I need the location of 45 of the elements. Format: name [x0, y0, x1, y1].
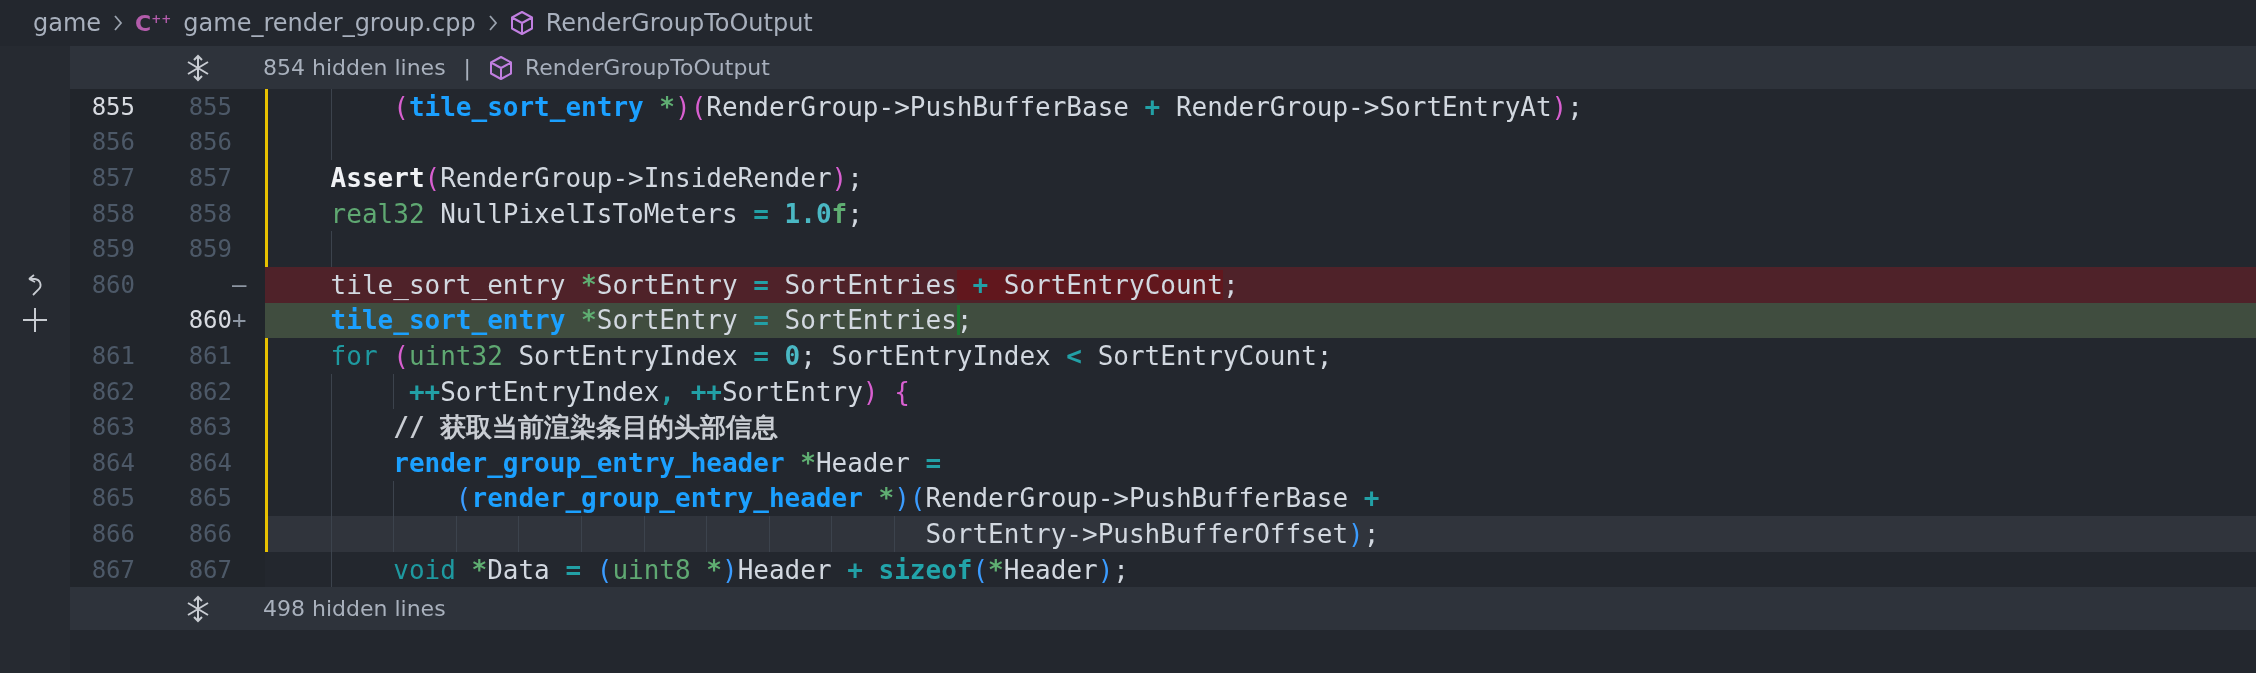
breadcrumb-item[interactable]: game	[33, 9, 102, 37]
breadcrumb-item[interactable]: RenderGroupToOutput	[545, 9, 813, 37]
line-number: 860	[90, 269, 135, 301]
line-number: 863	[90, 412, 135, 444]
symbol-name: RenderGroupToOutput	[525, 55, 770, 80]
line-number: 864	[187, 447, 232, 479]
line-number: 865	[187, 483, 232, 515]
line-number: 867	[187, 554, 232, 586]
line-number: 864	[90, 447, 135, 479]
cube-icon	[489, 54, 514, 81]
plus-icon[interactable]	[22, 307, 48, 334]
chevron-right-icon	[487, 14, 498, 32]
cpp-file-icon: C$^{++}$	[135, 10, 172, 36]
diff-marker: —	[232, 269, 248, 301]
unfold-icon[interactable]	[185, 594, 211, 623]
line-number: 855	[90, 91, 135, 123]
hidden-lines-label: 854 hidden lines	[263, 55, 446, 80]
chevron-right-icon	[113, 14, 124, 32]
line-number: 857	[90, 163, 135, 194]
line-number: 861	[187, 340, 232, 372]
line-number: 866	[187, 518, 232, 550]
line-number: 860	[187, 305, 232, 337]
line-number: 865	[90, 483, 135, 515]
line-number: 856	[187, 127, 232, 159]
line-number: 863	[187, 412, 232, 444]
line-number: 857	[187, 163, 232, 194]
line-number: 856	[90, 127, 135, 159]
line-number: 866	[90, 518, 135, 550]
unfold-icon[interactable]	[185, 53, 211, 82]
line-number: 858	[187, 198, 232, 230]
diff-marker: +	[232, 305, 248, 337]
line-number: 859	[90, 234, 135, 266]
breadcrumb-item[interactable]: game_render_group.cpp	[183, 9, 476, 37]
hidden-lines-bar[interactable]: 854 hidden lines | RenderGroupToOutput	[70, 46, 2256, 89]
cube-icon	[509, 10, 534, 36]
line-number: 862	[90, 376, 135, 408]
hidden-lines-bar[interactable]: 498 hidden lines	[70, 587, 2256, 631]
line-number: 855	[187, 91, 232, 123]
line-number: 867	[90, 554, 135, 586]
line-number: 861	[90, 340, 135, 372]
line-number: 858	[90, 198, 135, 230]
line-number: 862	[187, 376, 232, 408]
line-number: 859	[187, 234, 232, 266]
separator: |	[463, 55, 472, 80]
hidden-lines-label: 498 hidden lines	[263, 596, 446, 622]
